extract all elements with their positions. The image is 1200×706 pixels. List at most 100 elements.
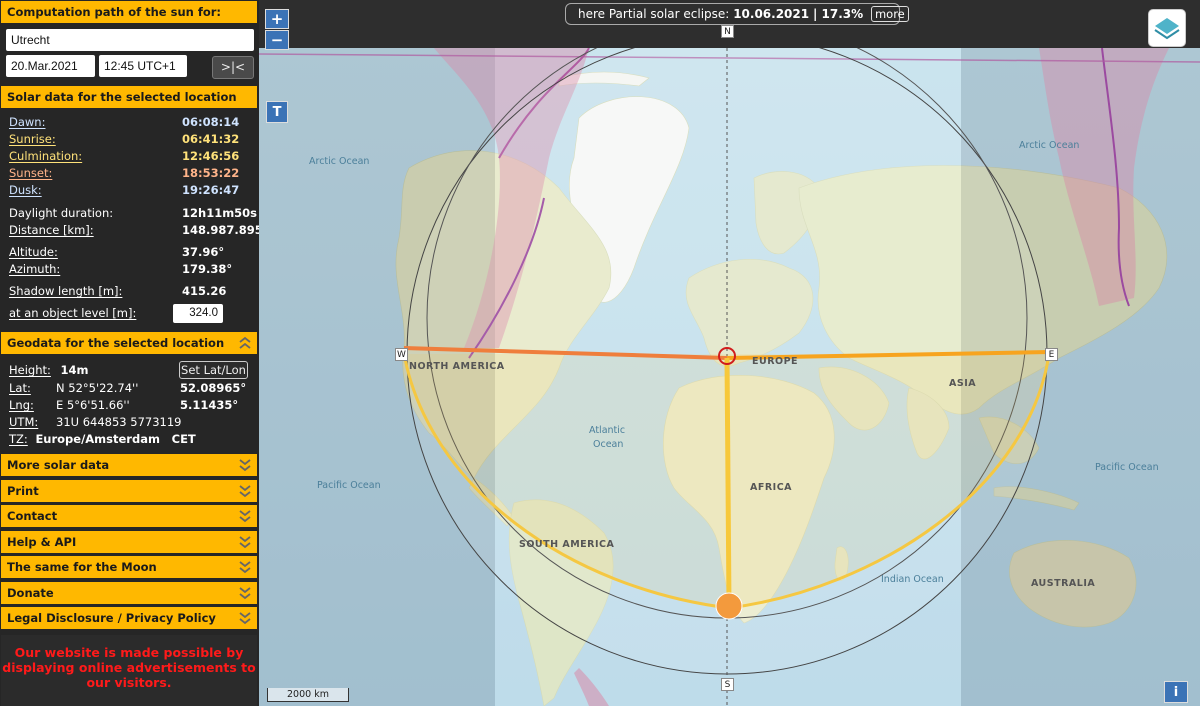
app-window: Computation path of the sun for: Utrecht…: [0, 0, 1200, 706]
zoom-in-button[interactable]: +: [265, 9, 289, 29]
utm-value: 31U 644853 5773119: [56, 415, 182, 429]
menu-label: Legal Disclosure / Privacy Policy: [7, 611, 216, 625]
label-atlantic: Atlantic: [589, 425, 626, 436]
dusk-row: Dusk: 19:26:47: [9, 182, 249, 198]
daylight-row: Daylight duration: 12h11m50s: [9, 205, 257, 221]
label-atlantic-ocean: Ocean: [593, 439, 624, 450]
lng-label[interactable]: Lng:: [9, 398, 34, 412]
sunrise-label[interactable]: Sunrise:: [9, 132, 56, 146]
sunrise-value: 06:41:32: [182, 132, 240, 146]
utm-label[interactable]: UTM:: [9, 415, 38, 429]
menu-label: Help & API: [7, 535, 77, 549]
set-latlon-button[interactable]: Set Lat/Lon: [179, 361, 248, 379]
menu-label: Contact: [7, 509, 58, 523]
menu-more-solar-data[interactable]: More solar data: [1, 454, 257, 476]
compass-west-icon: W: [395, 348, 408, 361]
azimuth-value: 179.38°: [182, 262, 233, 276]
lng-dms: E 5°6'51.66'': [56, 398, 130, 412]
distance-label[interactable]: Distance [km]:: [9, 223, 94, 237]
lat-row: Lat: N 52°5'22.74'' 52.08965°: [9, 380, 254, 396]
lat-label[interactable]: Lat:: [9, 381, 31, 395]
map-scale-bar: 2000 km: [267, 688, 349, 702]
menu-label: Donate: [7, 586, 54, 600]
distance-row: Distance [km]: 148.987.895: [9, 222, 259, 238]
label-arctic-ocean-left: Arctic Ocean: [309, 156, 370, 167]
location-search-input[interactable]: Utrecht: [6, 29, 254, 51]
info-button[interactable]: i: [1164, 681, 1188, 703]
lat-dms: N 52°5'22.74'': [56, 381, 139, 395]
eclipse-prefix: here Partial solar eclipse:: [578, 7, 730, 21]
tz-label[interactable]: TZ:: [9, 432, 28, 446]
azimuth-label[interactable]: Azimuth:: [9, 262, 60, 276]
menu-donate[interactable]: Donate: [1, 582, 257, 604]
altitude-row: Altitude: 37.96°: [9, 244, 249, 260]
expand-down-icon: [239, 536, 251, 549]
culmination-label[interactable]: Culmination:: [9, 149, 82, 163]
label-north-america: NORTH AMERICA: [409, 361, 505, 372]
daylight-label: Daylight duration:: [9, 206, 114, 220]
altitude-label[interactable]: Altitude:: [9, 245, 58, 259]
label-pacific-ocean-right: Pacific Ocean: [1095, 462, 1159, 473]
zoom-out-button[interactable]: −: [265, 30, 289, 50]
eclipse-more-button[interactable]: more: [870, 6, 909, 22]
current-time-button[interactable]: >|<: [212, 56, 254, 79]
solar-data-header: Solar data for the selected location: [1, 86, 257, 108]
menu-legal[interactable]: Legal Disclosure / Privacy Policy: [1, 607, 257, 629]
lng-decimal: 5.11435°: [180, 398, 239, 412]
object-level-label[interactable]: at an object level [m]:: [9, 306, 136, 320]
geodata-title: Geodata for the selected location: [7, 336, 225, 350]
eclipse-date: 10.06.2021: [733, 7, 810, 21]
dusk-label[interactable]: Dusk:: [9, 183, 42, 197]
date-input[interactable]: 20.Mar.2021: [6, 55, 95, 77]
sunrise-row: Sunrise: 06:41:32: [9, 131, 249, 147]
altitude-value: 37.96°: [182, 245, 225, 259]
shadow-value: 415.26: [182, 284, 227, 298]
geodata-header[interactable]: Geodata for the selected location: [1, 332, 257, 354]
terrain-toggle-button[interactable]: T: [266, 101, 288, 123]
expand-down-icon: [239, 561, 251, 574]
label-asia: ASIA: [949, 378, 977, 389]
dawn-label[interactable]: Dawn:: [9, 115, 45, 129]
tz-value: Europe/Amsterdam: [35, 432, 160, 446]
expand-down-icon: [239, 459, 251, 472]
menu-label: Print: [7, 484, 39, 498]
label-south-america: SOUTH AMERICA: [519, 539, 615, 550]
azimuth-row: Azimuth: 179.38°: [9, 261, 249, 277]
distance-value: 148.987.895: [182, 223, 259, 237]
utm-row: UTM: 31U 644853 5773119: [9, 414, 254, 430]
menu-print[interactable]: Print: [1, 480, 257, 502]
label-indian-ocean: Indian Ocean: [881, 574, 944, 585]
sun-position-marker[interactable]: [715, 592, 743, 620]
object-level-input[interactable]: 324.0: [173, 304, 223, 323]
sunset-value: 18:53:22: [182, 166, 240, 180]
sunset-label[interactable]: Sunset:: [9, 166, 52, 180]
layers-button[interactable]: [1148, 9, 1186, 47]
menu-contact[interactable]: Contact: [1, 505, 257, 527]
sun-direction-line: [724, 357, 732, 605]
expand-down-icon: [239, 510, 251, 523]
shadow-row: Shadow length [m]: 415.26: [9, 283, 249, 299]
label-australia: AUSTRALIA: [1031, 578, 1096, 589]
dusk-value: 19:26:47: [182, 183, 240, 197]
expand-down-icon: [239, 612, 251, 625]
height-label[interactable]: Height:: [9, 363, 51, 377]
label-africa: AFRICA: [750, 482, 793, 493]
culmination-row: Culmination: 12:46:56: [9, 148, 249, 164]
collapse-up-icon: [239, 336, 251, 349]
map-view[interactable]: Arctic Ocean Arctic Ocean NORTH AMERICA …: [259, 48, 1200, 706]
culmination-value: 12:46:56: [182, 149, 240, 163]
compass-north-icon: N: [721, 25, 734, 38]
shadow-label[interactable]: Shadow length [m]:: [9, 284, 122, 298]
compass-south-icon: S: [721, 678, 734, 691]
compass-east-icon: E: [1045, 348, 1058, 361]
expand-down-icon: [239, 587, 251, 600]
label-pacific-ocean-left: Pacific Ocean: [317, 480, 381, 491]
sunset-row: Sunset: 18:53:22: [9, 165, 249, 181]
lng-row: Lng: E 5°6'51.66'' 5.11435°: [9, 397, 254, 413]
menu-moon[interactable]: The same for the Moon: [1, 556, 257, 578]
time-input[interactable]: 12:45 UTC+1: [99, 55, 187, 77]
dawn-row: Dawn: 06:08:14: [9, 114, 249, 130]
expand-down-icon: [239, 485, 251, 498]
menu-help-api[interactable]: Help & API: [1, 531, 257, 553]
layers-icon: [1154, 18, 1180, 40]
